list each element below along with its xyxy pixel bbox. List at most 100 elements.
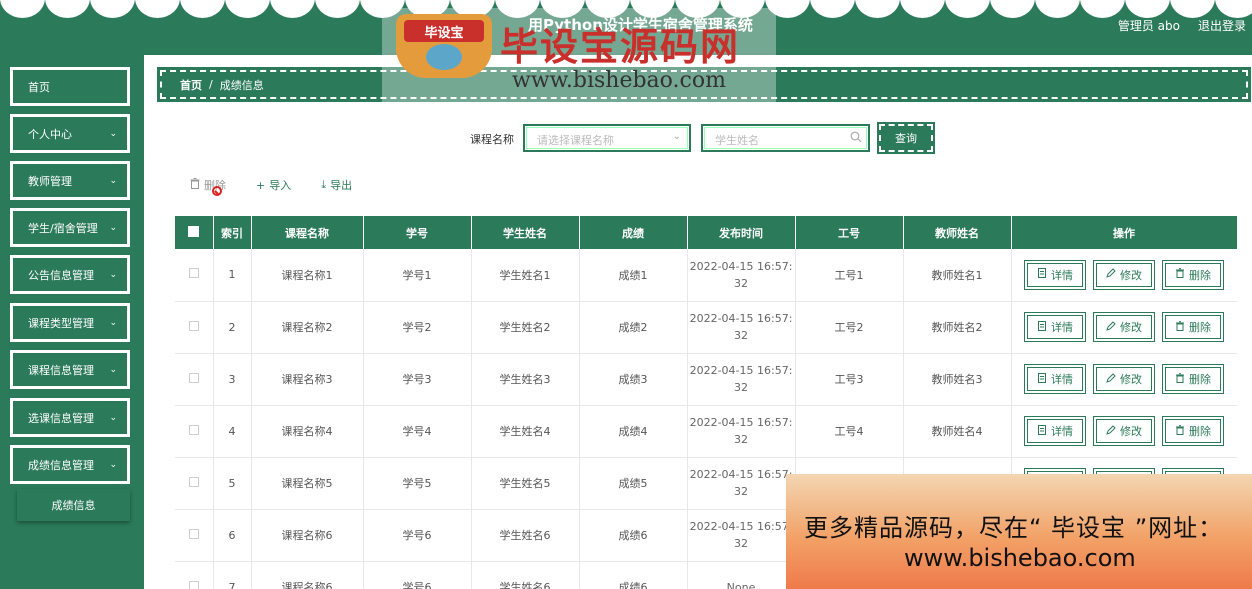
sidebar-item-personal-center[interactable]: 个人中心 ⌄	[10, 114, 130, 153]
cell-publish-time: 2022-04-15 16:57: 32	[687, 353, 796, 406]
sidebar-subitem-score-info[interactable]: 成绩信息	[17, 489, 130, 521]
cell-student-no: 学号6	[363, 509, 472, 562]
cell-course-name: 课程名称6	[251, 509, 364, 562]
chevron-down-icon: ⌄	[109, 460, 117, 470]
sidebar-item-course-info-management[interactable]: 课程信息管理 ⌄	[10, 350, 130, 389]
chevron-down-icon: ⌄	[109, 270, 117, 280]
cell-student-name: 学生姓名3	[471, 353, 580, 406]
course-name-label: 课程名称	[470, 133, 514, 146]
detail-button[interactable]: 详情	[1024, 259, 1086, 290]
cell-index: 6	[213, 509, 252, 562]
breadcrumb-current: 成绩信息	[219, 78, 264, 92]
cell-publish-time: 2022-04-15 16:57: 32	[687, 249, 796, 302]
delete-button[interactable]: 删除	[1162, 259, 1224, 290]
cell-index: 3	[213, 353, 252, 406]
query-button[interactable]: 查询	[877, 122, 935, 154]
watermark-url: www.bishebao.com	[512, 68, 726, 93]
sidebar-item-home[interactable]: 首页	[10, 67, 130, 106]
logo-badge: 毕设宝	[404, 20, 484, 42]
download-icon: ⤓	[321, 178, 327, 191]
detail-button-label: 详情	[1051, 321, 1073, 334]
sidebar-item-label: 个人中心	[28, 127, 72, 141]
cell-teacher-name: 教师姓名4	[903, 405, 1012, 458]
row-checkbox[interactable]	[188, 476, 199, 487]
cell-student-no: 学号6	[363, 561, 472, 589]
search-icon	[850, 131, 862, 146]
pencil-icon	[1106, 372, 1116, 386]
row-checkbox[interactable]	[188, 268, 199, 279]
import-button[interactable]: + 导入	[256, 177, 291, 193]
chevron-down-icon: ⌄	[109, 176, 117, 186]
sidebar-item-label: 选课信息管理	[28, 411, 94, 425]
column-header-teacher-no: 工号	[795, 216, 904, 249]
cell-student-name: 学生姓名1	[471, 249, 580, 302]
chevron-down-icon: ⌄	[109, 318, 117, 328]
delete-button[interactable]: 删除	[1162, 364, 1224, 394]
cell-publish-time: 2022-04-15 16:57: 32	[687, 301, 796, 354]
delete-button-label: 删除	[1189, 425, 1211, 438]
delete-button[interactable]: 删除	[1162, 312, 1224, 342]
sidebar-item-course-type-management[interactable]: 课程类型管理 ⌄	[10, 303, 130, 342]
sidebar-item-teacher-management[interactable]: 教师管理 ⌄	[10, 161, 130, 200]
publish-time-date: 2022-04-15 16:57:	[689, 468, 793, 481]
promo-line-1: 更多精品源码，尽在“ 毕设宝 ”网址：	[804, 514, 1224, 542]
delete-button-label: 删除	[1189, 373, 1211, 386]
cell-score: 成绩2	[579, 301, 688, 354]
select-all-checkbox[interactable]	[188, 225, 200, 237]
export-button[interactable]: ⤓ 导出	[321, 177, 352, 193]
admin-user-label: 管理员 abo	[1117, 19, 1180, 33]
publish-time-date: 2022-04-15 16:57:	[689, 364, 793, 377]
breadcrumb-home[interactable]: 首页	[180, 77, 202, 93]
cell-teacher-no: 工号4	[795, 405, 904, 458]
row-checkbox[interactable]	[188, 372, 199, 383]
publish-time-date: 2022-04-15 16:57:	[689, 416, 793, 429]
sidebar-item-notice-management[interactable]: 公告信息管理 ⌄	[10, 255, 130, 294]
sidebar-item-student-dorm-management[interactable]: 学生/宿舍管理 ⌄	[10, 208, 130, 247]
batch-delete-button[interactable]: 删除	[190, 177, 226, 196]
row-checkbox[interactable]	[188, 424, 199, 435]
detail-button[interactable]: 详情	[1024, 416, 1086, 446]
edit-button[interactable]: 修改	[1093, 259, 1155, 290]
action-toolbar: 删除 + 导入 ⤓ 导出	[190, 177, 352, 196]
student-name-placeholder: 学生姓名	[715, 134, 759, 147]
promo-line-2: www.bishebao.com	[904, 544, 1136, 572]
detail-button-label: 详情	[1051, 268, 1073, 282]
edit-button[interactable]: 修改	[1093, 364, 1155, 394]
edit-button[interactable]: 修改	[1093, 416, 1155, 446]
column-header-student-name: 学生姓名	[471, 216, 580, 249]
logout-link[interactable]: 退出登录	[1198, 17, 1246, 34]
edit-button-label: 修改	[1120, 373, 1142, 386]
trash-icon	[1175, 320, 1185, 334]
course-name-select[interactable]: 请选择课程名称 ⌄	[523, 124, 691, 152]
cell-index: 7	[213, 561, 252, 589]
sidebar-item-score-management[interactable]: 成绩信息管理 ⌄	[10, 445, 130, 484]
table-row: 1 课程名称1 学号1 学生姓名1 成绩1 2022-04-15 16:57: 32 工号1 教…	[175, 249, 1237, 302]
cell-publish-time: None	[687, 561, 796, 589]
detail-button[interactable]: 详情	[1024, 364, 1086, 394]
cell-score: 成绩6	[579, 561, 688, 589]
sidebar-item-label: 课程类型管理	[28, 316, 94, 330]
cell-index: 2	[213, 301, 252, 354]
cell-teacher-no: 工号2	[795, 301, 904, 354]
cell-course-name: 课程名称3	[251, 353, 364, 406]
publish-time-seconds: 32	[734, 381, 748, 394]
publish-time-date: 2022-04-15 16:57:	[689, 259, 793, 273]
delete-button-label: 删除	[1189, 321, 1211, 334]
edit-button[interactable]: 修改	[1093, 312, 1155, 342]
cell-student-name: 学生姓名6	[471, 509, 580, 562]
row-checkbox[interactable]	[188, 320, 199, 331]
sidebar-item-course-selection-management[interactable]: 选课信息管理 ⌄	[10, 398, 130, 437]
cell-student-name: 学生姓名5	[471, 457, 580, 510]
detail-button[interactable]: 详情	[1024, 312, 1086, 342]
row-checkbox[interactable]	[188, 580, 199, 589]
publish-time-seconds: 32	[734, 276, 748, 290]
column-header-teacher-name: 教师姓名	[903, 216, 1012, 249]
chevron-down-icon: ⌄	[109, 129, 117, 139]
student-name-input[interactable]: 学生姓名	[701, 124, 870, 152]
logo-face	[426, 44, 462, 70]
export-label: 导出	[330, 179, 353, 192]
cell-course-name: 课程名称5	[251, 457, 364, 510]
column-header-course-name: 课程名称	[251, 216, 364, 249]
delete-button[interactable]: 删除	[1162, 416, 1224, 446]
row-checkbox[interactable]	[188, 528, 199, 539]
